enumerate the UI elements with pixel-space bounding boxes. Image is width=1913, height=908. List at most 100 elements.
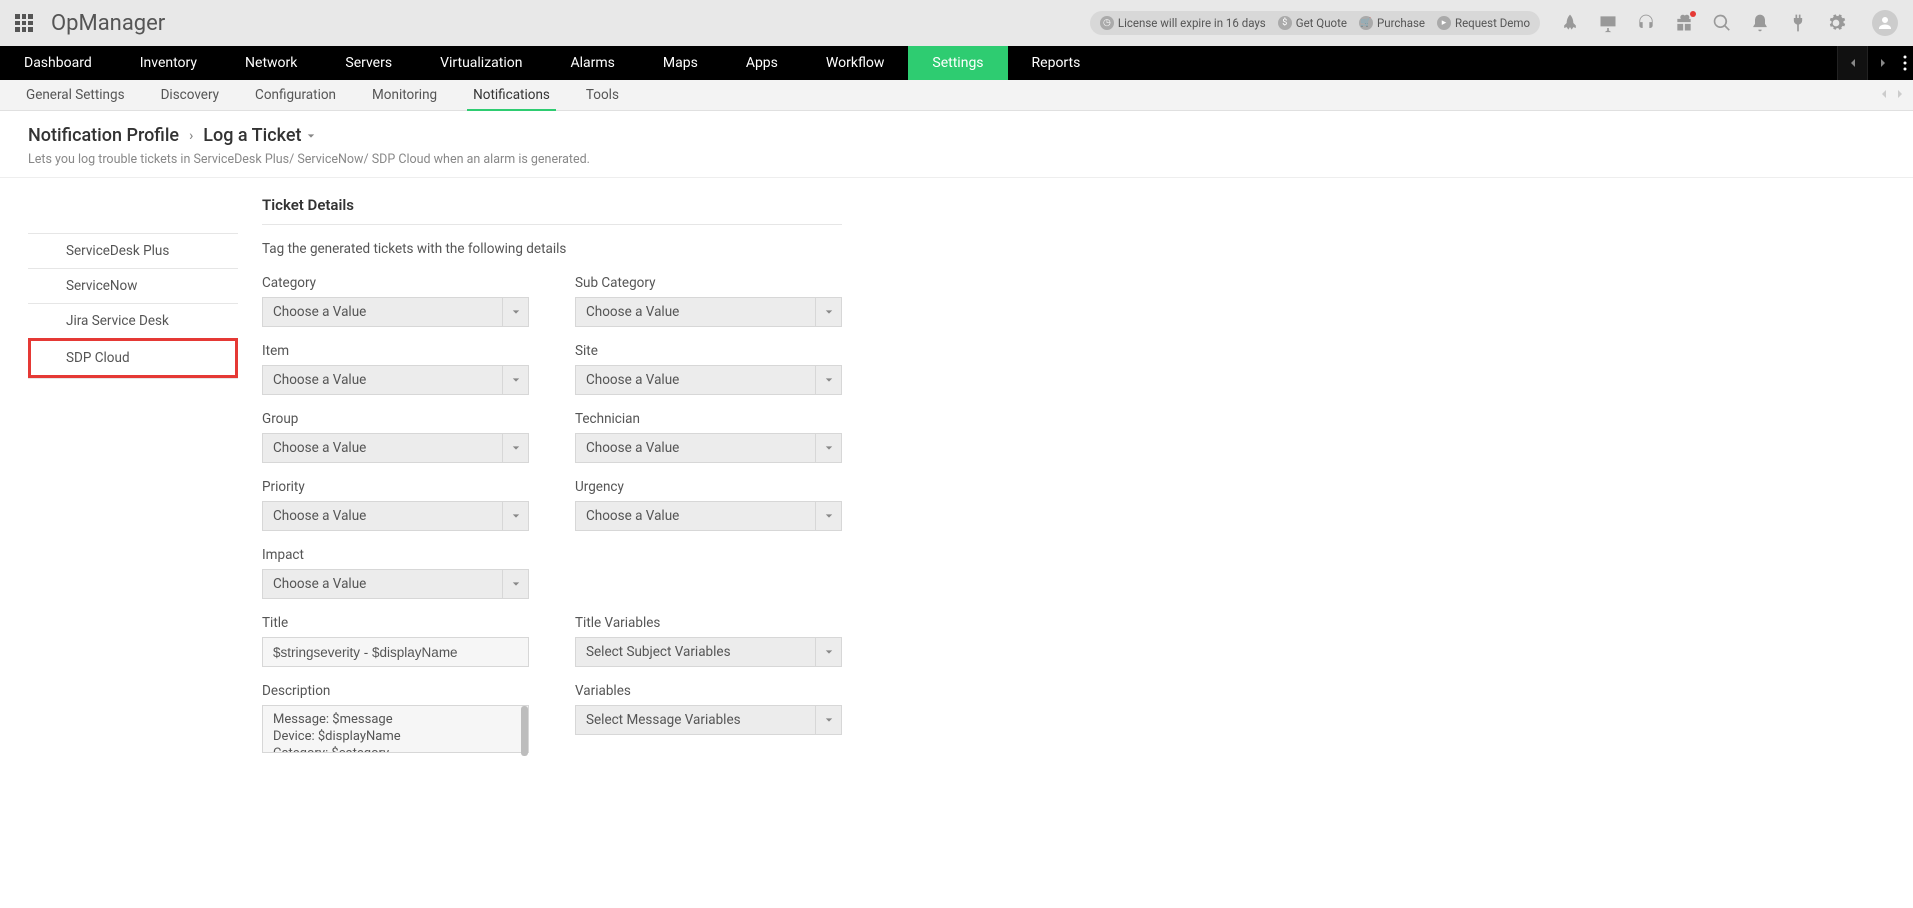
- top-header: OpManager ◷ License will expire in 16 da…: [0, 0, 1913, 46]
- category-select[interactable]: Choose a Value: [262, 297, 529, 327]
- purchase-text: Purchase: [1377, 16, 1425, 30]
- item-select[interactable]: Choose a Value: [262, 365, 529, 395]
- title-input[interactable]: [262, 637, 529, 667]
- technician-select[interactable]: Choose a Value: [575, 433, 842, 463]
- left-tab-servicedesk-plus[interactable]: ServiceDesk Plus: [28, 234, 238, 268]
- nav-maps[interactable]: Maps: [639, 46, 722, 80]
- chevron-down-icon[interactable]: [502, 502, 528, 530]
- license-pill-group: ◷ License will expire in 16 days $ Get Q…: [1090, 11, 1540, 35]
- gear-icon[interactable]: [1826, 13, 1846, 33]
- chevron-down-icon[interactable]: [502, 434, 528, 462]
- nav-inventory[interactable]: Inventory: [116, 46, 221, 80]
- impact-value: Choose a Value: [263, 570, 502, 598]
- notification-dot: [1690, 11, 1696, 17]
- left-tab-jira-service-desk[interactable]: Jira Service Desk: [28, 303, 238, 338]
- chevron-down-icon[interactable]: [815, 706, 841, 734]
- description-textarea[interactable]: [262, 705, 529, 753]
- bell-icon[interactable]: [1750, 13, 1770, 33]
- main-nav: DashboardInventoryNetworkServersVirtuali…: [0, 46, 1913, 80]
- section-subtitle: Tag the generated tickets with the follo…: [262, 241, 868, 257]
- form-scroll-area[interactable]: Ticket Details Tag the generated tickets…: [238, 178, 868, 908]
- brand-name: OpManager: [51, 11, 165, 36]
- chevron-down-icon[interactable]: [502, 298, 528, 326]
- get-quote-pill[interactable]: $ Get Quote: [1274, 14, 1351, 32]
- group-label: Group: [262, 411, 529, 427]
- chevron-down-icon[interactable]: [815, 366, 841, 394]
- content: ServiceDesk PlusServiceNowJira Service D…: [0, 178, 1913, 908]
- search-icon[interactable]: [1712, 13, 1732, 33]
- urgency-value: Choose a Value: [576, 502, 815, 530]
- user-avatar[interactable]: [1872, 10, 1898, 36]
- dollar-icon: $: [1278, 16, 1292, 30]
- nav-reports[interactable]: Reports: [1008, 46, 1105, 80]
- license-expire-pill[interactable]: ◷ License will expire in 16 days: [1096, 14, 1270, 32]
- site-value: Choose a Value: [576, 366, 815, 394]
- category-value: Choose a Value: [263, 298, 502, 326]
- nav-workflow[interactable]: Workflow: [802, 46, 909, 80]
- subnav-notifications[interactable]: Notifications: [455, 80, 568, 110]
- nav-more-icon[interactable]: [1897, 46, 1913, 80]
- apps-grid-icon[interactable]: [15, 14, 33, 32]
- title-variables-select[interactable]: Select Subject Variables: [575, 637, 842, 667]
- rocket-icon[interactable]: [1560, 13, 1580, 33]
- variables-select[interactable]: Select Message Variables: [575, 705, 842, 735]
- variables-value: Select Message Variables: [576, 706, 815, 734]
- sub-nav: General SettingsDiscoveryConfigurationMo…: [0, 80, 1913, 111]
- subcategory-select[interactable]: Choose a Value: [575, 297, 842, 327]
- chevron-down-icon: [307, 132, 315, 140]
- chevron-down-icon[interactable]: [815, 434, 841, 462]
- left-tab-sdp-cloud[interactable]: SDP Cloud: [28, 338, 238, 378]
- site-select[interactable]: Choose a Value: [575, 365, 842, 395]
- left-tab-servicenow[interactable]: ServiceNow: [28, 268, 238, 303]
- title-variables-value: Select Subject Variables: [576, 638, 815, 666]
- presentation-icon[interactable]: [1598, 13, 1618, 33]
- section-title: Ticket Details: [262, 196, 842, 225]
- subnav-discovery[interactable]: Discovery: [143, 80, 237, 110]
- priority-select[interactable]: Choose a Value: [262, 501, 529, 531]
- breadcrumb-leaf-dropdown[interactable]: Log a Ticket: [203, 125, 315, 146]
- nav-dashboard[interactable]: Dashboard: [0, 46, 116, 80]
- breadcrumb-root[interactable]: Notification Profile: [28, 125, 179, 146]
- scrollbar[interactable]: [521, 706, 528, 756]
- impact-select[interactable]: Choose a Value: [262, 569, 529, 599]
- page-header: Notification Profile › Log a Ticket Lets…: [0, 111, 1913, 178]
- nav-settings[interactable]: Settings: [908, 46, 1007, 80]
- license-expire-text: License will expire in 16 days: [1118, 16, 1266, 30]
- chevron-down-icon[interactable]: [815, 638, 841, 666]
- subnav-configuration[interactable]: Configuration: [237, 80, 354, 110]
- chevron-down-icon[interactable]: [815, 502, 841, 530]
- subnav-general-settings[interactable]: General Settings: [8, 80, 143, 110]
- subnav-scroll-right[interactable]: [1895, 87, 1905, 103]
- subnav-scroll-left[interactable]: [1879, 87, 1889, 103]
- technician-value: Choose a Value: [576, 434, 815, 462]
- subcategory-label: Sub Category: [575, 275, 842, 291]
- nav-apps[interactable]: Apps: [722, 46, 802, 80]
- category-label: Category: [262, 275, 529, 291]
- chevron-down-icon[interactable]: [815, 298, 841, 326]
- request-demo-text: Request Demo: [1455, 16, 1530, 30]
- nav-network[interactable]: Network: [221, 46, 321, 80]
- chevron-down-icon[interactable]: [502, 366, 528, 394]
- priority-label: Priority: [262, 479, 529, 495]
- nav-scroll-right[interactable]: [1867, 46, 1897, 80]
- nav-scroll-left[interactable]: [1837, 46, 1867, 80]
- subnav-tools[interactable]: Tools: [568, 80, 637, 110]
- description-label: Description: [262, 683, 529, 699]
- subnav-monitoring[interactable]: Monitoring: [354, 80, 455, 110]
- gift-icon[interactable]: [1674, 13, 1694, 33]
- group-select[interactable]: Choose a Value: [262, 433, 529, 463]
- page-description: Lets you log trouble tickets in ServiceD…: [28, 152, 1885, 167]
- chevron-right-icon: ›: [189, 128, 193, 144]
- title-label: Title: [262, 615, 529, 631]
- urgency-select[interactable]: Choose a Value: [575, 501, 842, 531]
- chevron-down-icon[interactable]: [502, 570, 528, 598]
- headset-icon[interactable]: [1636, 13, 1656, 33]
- request-demo-pill[interactable]: ▸ Request Demo: [1433, 14, 1534, 32]
- nav-virtualization[interactable]: Virtualization: [416, 46, 546, 80]
- plug-icon[interactable]: [1788, 13, 1808, 33]
- nav-alarms[interactable]: Alarms: [546, 46, 638, 80]
- item-label: Item: [262, 343, 529, 359]
- purchase-pill[interactable]: 🛒 Purchase: [1355, 14, 1429, 32]
- variables-label: Variables: [575, 683, 842, 699]
- nav-servers[interactable]: Servers: [321, 46, 416, 80]
